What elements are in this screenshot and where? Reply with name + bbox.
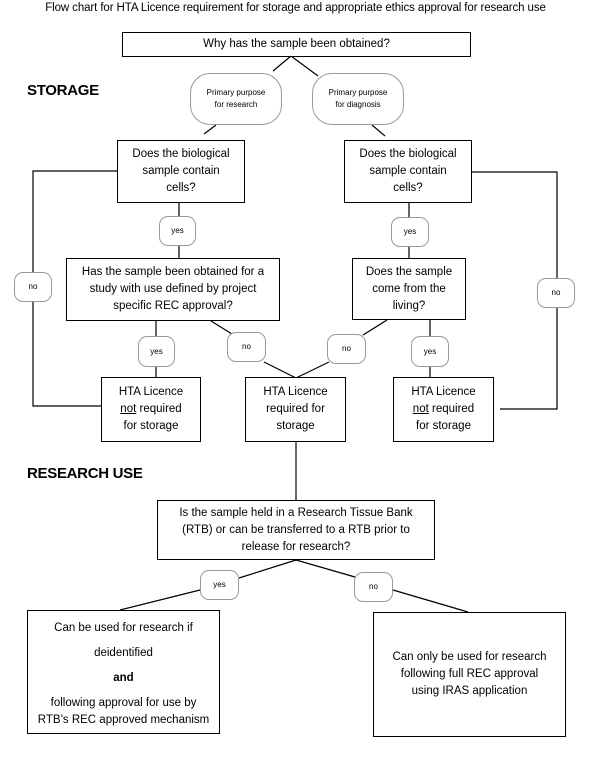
connector-start-research bbox=[272, 55, 292, 72]
edge-label-no: no bbox=[14, 272, 52, 302]
node-primary-purpose-research: Primary purpose for research bbox=[190, 73, 282, 125]
section-heading-storage: STORAGE bbox=[27, 82, 99, 99]
node-text: come from the bbox=[372, 282, 446, 295]
node-hta-licence-required: HTA Licence required for storage bbox=[245, 377, 346, 442]
edge-label-yes: yes bbox=[138, 336, 175, 367]
connector-rtb-no-a bbox=[295, 559, 356, 578]
edge-label-yes: yes bbox=[159, 216, 196, 246]
connector-rtb-no-b bbox=[392, 589, 469, 613]
node-text: for diagnosis bbox=[335, 100, 381, 109]
node-text: HTA Licence bbox=[411, 386, 476, 398]
node-text: Is the sample held in a Research Tissue … bbox=[179, 506, 413, 519]
node-text: Primary purpose bbox=[206, 87, 266, 97]
node-hta-licence-not-required-left: HTA Licence not required for storage bbox=[101, 377, 201, 442]
connector-rec-no-b bbox=[263, 361, 297, 379]
node-text: Does the biological bbox=[359, 148, 457, 160]
edge-label-no: no bbox=[354, 572, 393, 602]
node-text: for research bbox=[214, 100, 258, 109]
node-text: required bbox=[428, 403, 475, 415]
node-text-emphasis: not bbox=[412, 403, 429, 415]
node-text: HTA Licence bbox=[118, 386, 184, 398]
node-text: deidentified bbox=[94, 646, 153, 659]
node-text: following approval for use by bbox=[50, 696, 197, 709]
connector-research-cells bbox=[203, 124, 217, 135]
node-text: cells? bbox=[393, 182, 423, 194]
edge-label-no: no bbox=[537, 278, 575, 308]
edge-label-yes: yes bbox=[391, 217, 429, 247]
node-cells-question-diagnosis: Does the biological sample contain cells… bbox=[344, 140, 472, 203]
node-text: RTB’s REC approved mechanism bbox=[37, 713, 210, 726]
edge-label-no: no bbox=[227, 332, 266, 362]
node-text: required for bbox=[266, 403, 325, 415]
node-primary-purpose-diagnosis: Primary purpose for diagnosis bbox=[312, 73, 404, 125]
node-text: Does the biological bbox=[132, 148, 230, 160]
node-text: sample contain bbox=[369, 165, 447, 177]
node-why-obtained: Why has the sample been obtained? bbox=[122, 32, 471, 57]
node-text: Has the sample been obtained for a bbox=[81, 266, 265, 278]
node-text: specific REC approval? bbox=[113, 300, 233, 312]
connector-diagnosis-cells bbox=[371, 124, 386, 137]
connector-rtb-yes-a bbox=[238, 559, 297, 579]
edge-label-no: no bbox=[327, 334, 366, 364]
node-rec-approval-question: Has the sample been obtained for a study… bbox=[66, 258, 280, 321]
node-hta-licence-not-required-right: HTA Licence not required for storage bbox=[393, 377, 494, 442]
section-heading-research-use: RESEARCH USE bbox=[27, 465, 143, 482]
edge-label-yes: yes bbox=[200, 570, 239, 600]
flowchart-title: Flow chart for HTA Licence requirement f… bbox=[45, 2, 546, 14]
node-rtb-no-outcome: Can only be used for research following … bbox=[373, 612, 566, 737]
connector-living-no-a bbox=[362, 319, 388, 336]
connector-living-no-b bbox=[295, 361, 330, 379]
node-rtb-yes-outcome: Can be used for research if deidentified… bbox=[27, 610, 220, 734]
node-text: using IRAS application bbox=[411, 685, 528, 697]
node-text-emphasis: not bbox=[120, 403, 137, 415]
node-text: for storage bbox=[416, 420, 471, 432]
node-text: required bbox=[136, 403, 182, 415]
node-text: storage bbox=[276, 420, 315, 432]
node-text: Does the sample bbox=[365, 265, 453, 278]
edge-label-yes: yes bbox=[411, 336, 449, 367]
node-cells-question-research: Does the biological sample contain cells… bbox=[117, 140, 245, 203]
node-text: study with use defined by project bbox=[89, 283, 257, 295]
node-text-emphasis: and bbox=[113, 671, 134, 684]
node-text: Primary purpose bbox=[328, 87, 388, 97]
node-text: Can be used for research if bbox=[54, 621, 193, 634]
node-living-question: Does the sample come from the living? bbox=[352, 258, 466, 320]
node-text: following full REC approval bbox=[400, 668, 539, 680]
connector-start-diagnosis bbox=[290, 55, 319, 77]
connector-rec-no-a bbox=[210, 320, 233, 335]
node-text: sample contain bbox=[142, 165, 220, 177]
node-text: living? bbox=[392, 299, 426, 312]
node-text: Why has the sample been obtained? bbox=[203, 38, 390, 50]
node-text: for storage bbox=[123, 420, 179, 432]
node-text: (RTB) or can be transferred to a RTB pri… bbox=[182, 523, 410, 536]
node-text: Can only be used for research bbox=[392, 651, 547, 663]
node-text: release for research? bbox=[241, 540, 351, 553]
connector-rtb-yes-b bbox=[119, 589, 201, 611]
node-text: cells? bbox=[166, 182, 196, 194]
node-rtb-question: Is the sample held in a Research Tissue … bbox=[157, 500, 435, 560]
node-text: HTA Licence bbox=[263, 386, 328, 398]
